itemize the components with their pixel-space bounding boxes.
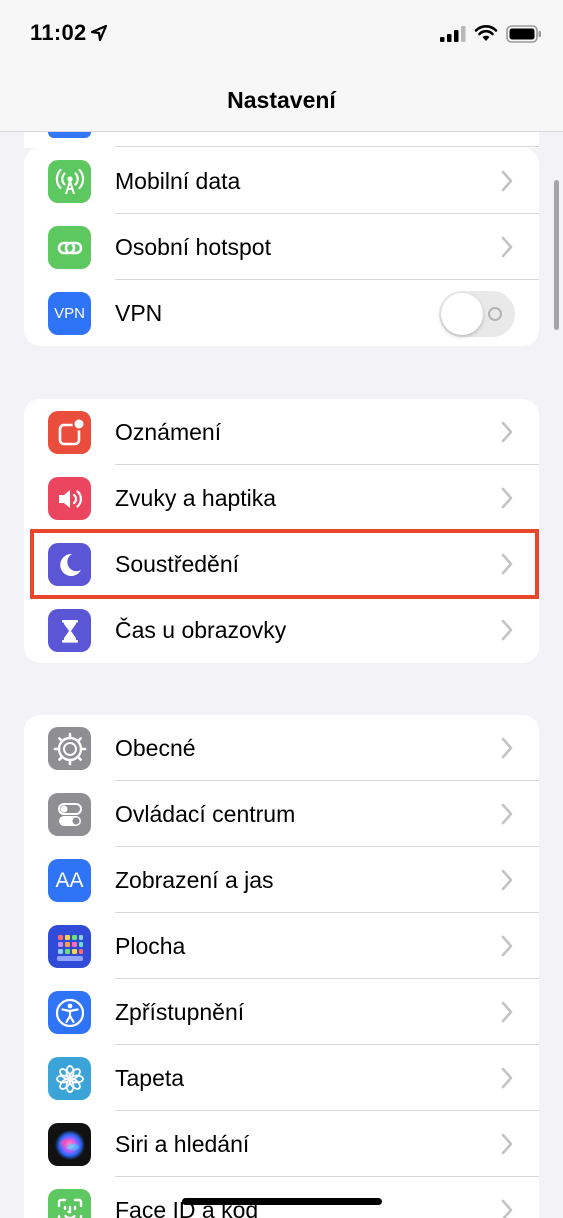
- home-indicator[interactable]: [182, 1198, 382, 1205]
- settings-row-general[interactable]: Obecné: [24, 715, 539, 781]
- toggle-off-indicator: [488, 307, 502, 321]
- settings-row-sounds[interactable]: Zvuky a haptika: [24, 465, 539, 531]
- row-label: Plocha: [115, 933, 186, 959]
- row-label: Zobrazení a jas: [115, 867, 274, 893]
- text-size-icon-text: AA: [55, 868, 84, 892]
- accessibility-icon: [48, 991, 91, 1034]
- row-label: Siri a hledání: [115, 1131, 250, 1157]
- settings-row-control-center[interactable]: Ovládací centrum: [24, 781, 539, 847]
- hourglass-icon: [48, 609, 91, 652]
- vpn-icon-text: VPN: [54, 305, 85, 322]
- chevron-right-icon: [501, 935, 513, 957]
- chevron-right-icon: [501, 1133, 513, 1155]
- toggle-knob: [441, 293, 483, 335]
- navigation-bar: Nastavení: [0, 70, 563, 132]
- switches-icon: [48, 793, 91, 836]
- chevron-right-icon: [501, 1199, 513, 1218]
- cellular-signal-icon: [440, 26, 466, 42]
- row-label: Zpřístupnění: [115, 999, 245, 1025]
- status-bar: 11:02: [0, 0, 563, 70]
- speaker-icon: [48, 477, 91, 520]
- settings-row-wallpaper[interactable]: Tapeta: [24, 1045, 539, 1111]
- antenna-icon: [48, 160, 91, 203]
- row-label: Obecné: [115, 735, 196, 761]
- siri-icon: [48, 1123, 91, 1166]
- home-screen-icon: [48, 925, 91, 968]
- text-size-icon: AA: [48, 859, 91, 902]
- settings-row-personal-hotspot[interactable]: Osobní hotspot: [24, 214, 539, 280]
- chevron-right-icon: [501, 619, 513, 641]
- settings-row-siri[interactable]: Siri a hledání: [24, 1111, 539, 1177]
- settings-group-network: Mobilní data Osobní hotspot VPN VPN: [24, 148, 539, 346]
- row-label: Oznámení: [115, 419, 222, 445]
- hotspot-chain-icon: [48, 226, 91, 269]
- settings-row-mobile-data[interactable]: Mobilní data: [24, 148, 539, 214]
- chevron-right-icon: [501, 170, 513, 192]
- settings-row-screen-time[interactable]: Čas u obrazovky: [24, 597, 539, 663]
- settings-row-accessibility[interactable]: Zpřístupnění: [24, 979, 539, 1045]
- chevron-right-icon: [501, 803, 513, 825]
- notifications-icon: [48, 411, 91, 454]
- scroll-indicator[interactable]: [554, 180, 559, 330]
- row-label: Ovládací centrum: [115, 801, 296, 827]
- chevron-right-icon: [501, 236, 513, 258]
- row-label: Tapeta: [115, 1065, 185, 1091]
- gear-icon: [48, 727, 91, 770]
- vpn-icon: VPN: [48, 292, 91, 335]
- vpn-toggle[interactable]: [439, 291, 515, 337]
- flower-icon: [48, 1057, 91, 1100]
- partial-row-icon: [48, 132, 91, 138]
- chevron-right-icon: [501, 1001, 513, 1023]
- settings-row-display[interactable]: AA Zobrazení a jas: [24, 847, 539, 913]
- row-label: VPN: [115, 300, 163, 326]
- chevron-right-icon: [501, 1067, 513, 1089]
- row-label: Zvuky a haptika: [115, 485, 277, 511]
- settings-row-vpn[interactable]: VPN VPN: [24, 280, 539, 346]
- settings-row-notifications[interactable]: Oznámení: [24, 399, 539, 465]
- face-id-icon: [48, 1189, 91, 1218]
- location-arrow-icon: [90, 24, 108, 42]
- row-label: Osobní hotspot: [115, 234, 271, 260]
- settings-group-general: Obecné Ovládací centrum AA Zobrazení a j…: [24, 715, 539, 1218]
- battery-icon: [506, 25, 541, 43]
- row-label: Čas u obrazovky: [115, 617, 287, 643]
- wifi-icon: [474, 25, 498, 41]
- chevron-right-icon: [501, 869, 513, 891]
- highlight-box: [30, 529, 539, 599]
- row-label: Mobilní data: [115, 168, 241, 194]
- settings-row-home-screen[interactable]: Plocha: [24, 913, 539, 979]
- chevron-right-icon: [501, 737, 513, 759]
- row-separator: [115, 146, 539, 147]
- page-title: Nastavení: [227, 87, 336, 113]
- status-time: 11:02: [30, 20, 87, 45]
- chevron-right-icon: [501, 421, 513, 443]
- chevron-right-icon: [501, 487, 513, 509]
